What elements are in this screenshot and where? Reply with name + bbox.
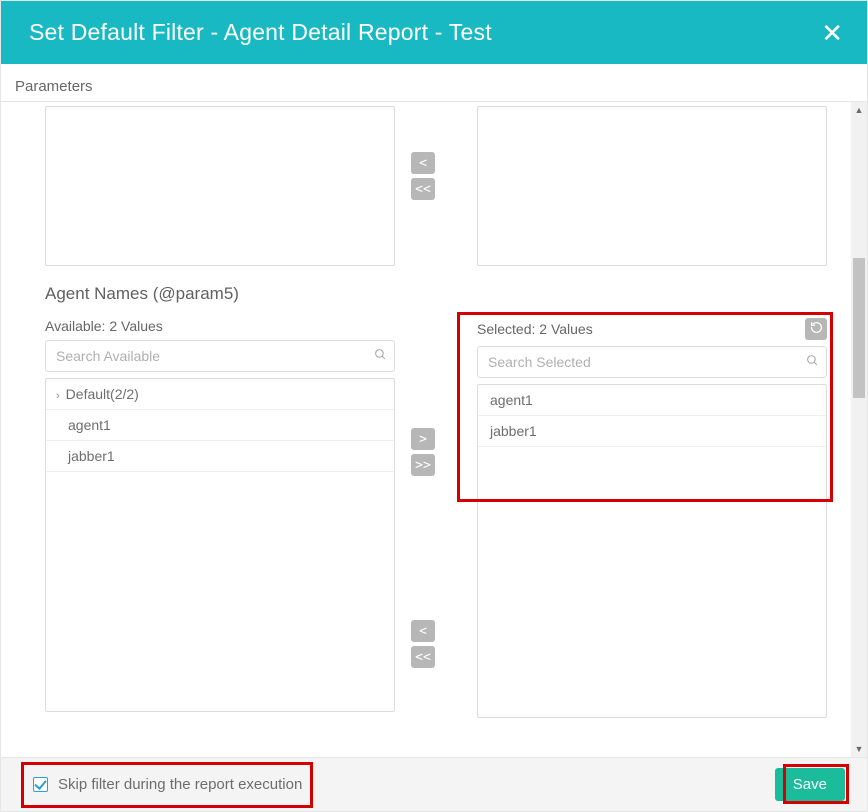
upper-move-all-left-button[interactable]: <<	[411, 178, 435, 200]
move-all-right-button[interactable]: >>	[411, 454, 435, 476]
skip-filter-option[interactable]: Skip filter during the report execution	[23, 770, 312, 799]
selected-item[interactable]: agent1	[478, 385, 826, 416]
available-header-text: Available: 2 Values	[45, 318, 163, 334]
scroll-up-icon: ▲	[851, 102, 867, 118]
selected-search	[477, 346, 827, 378]
scroll-track	[851, 118, 867, 741]
upper-available-list[interactable]	[45, 106, 395, 266]
modal-footer: Skip filter during the report execution …	[1, 757, 867, 811]
available-list[interactable]: Default(2/2) agent1 jabber1	[45, 378, 395, 712]
modal-body: < << Agent Names (@param5) Available: 2 …	[1, 102, 867, 757]
upper-selected-list[interactable]	[477, 106, 827, 266]
skip-filter-label: Skip filter during the report execution	[58, 776, 302, 793]
available-header: Available: 2 Values	[45, 318, 395, 334]
refresh-selected-button[interactable]	[805, 318, 827, 340]
modal-title: Set Default Filter - Agent Detail Report…	[29, 19, 492, 46]
refresh-icon	[810, 321, 823, 337]
available-search	[45, 340, 395, 372]
available-search-input[interactable]	[45, 340, 395, 372]
close-button[interactable]: ✕	[821, 20, 843, 46]
vertical-scrollbar[interactable]: ▲ ▼	[851, 102, 867, 757]
selected-item[interactable]: jabber1	[478, 416, 826, 447]
modal-header: Set Default Filter - Agent Detail Report…	[1, 1, 867, 64]
available-item[interactable]: jabber1	[46, 441, 394, 472]
selected-header-text: Selected: 2 Values	[477, 321, 593, 337]
parameters-label: Parameters	[15, 78, 93, 95]
selected-list[interactable]: agent1 jabber1	[477, 384, 827, 718]
body-inner: < << Agent Names (@param5) Available: 2 …	[11, 102, 849, 757]
close-icon: ✕	[821, 18, 843, 48]
scroll-thumb[interactable]	[853, 258, 865, 398]
parameters-tab[interactable]: Parameters	[1, 64, 867, 102]
move-all-left-button[interactable]: <<	[411, 646, 435, 668]
agent-names-section-title: Agent Names (@param5)	[45, 284, 849, 304]
scroll-down-icon: ▼	[851, 741, 867, 757]
selected-search-input[interactable]	[477, 346, 827, 378]
upper-move-left-button[interactable]: <	[411, 152, 435, 174]
move-left-button[interactable]: <	[411, 620, 435, 642]
save-button[interactable]: Save	[775, 768, 845, 801]
available-item[interactable]: agent1	[46, 410, 394, 441]
skip-filter-checkbox[interactable]	[33, 777, 48, 792]
move-right-button[interactable]: >	[411, 428, 435, 450]
available-group-default[interactable]: Default(2/2)	[46, 379, 394, 410]
selected-header: Selected: 2 Values	[477, 318, 827, 340]
default-filter-modal: Set Default Filter - Agent Detail Report…	[0, 0, 868, 812]
